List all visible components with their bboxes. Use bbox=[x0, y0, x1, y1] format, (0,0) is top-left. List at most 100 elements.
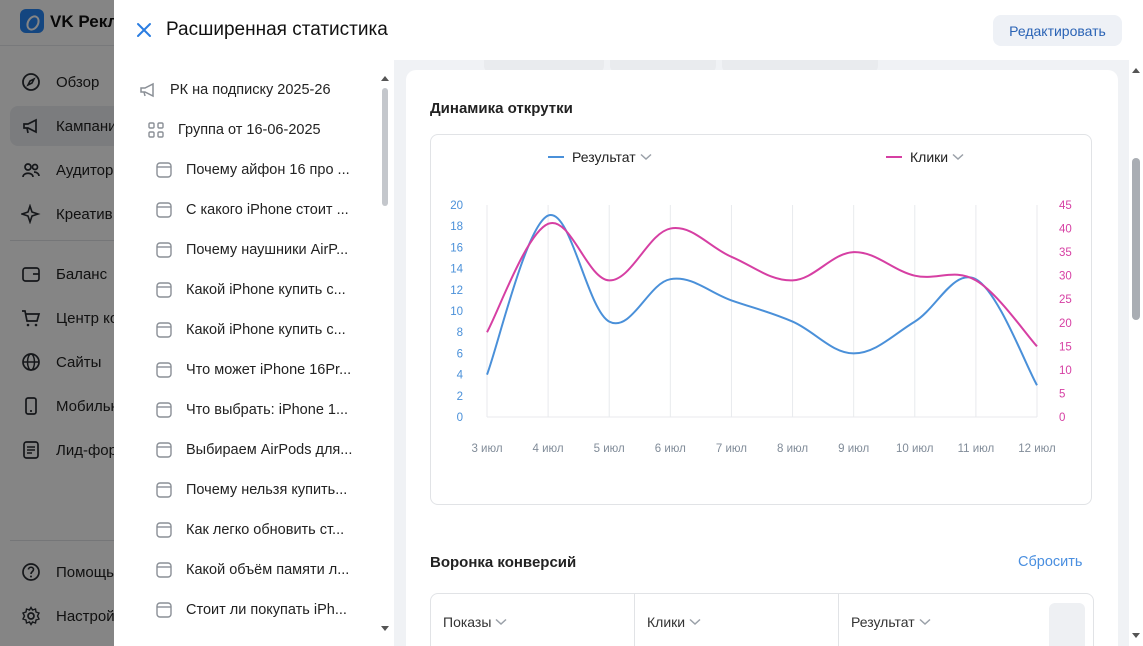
y-left-tick-label: 2 bbox=[457, 391, 463, 403]
tree-item-label: Почему нельзя купить... bbox=[186, 482, 348, 498]
y-right-tick-label: 45 bbox=[1059, 200, 1072, 212]
y-right-tick-label: 0 bbox=[1059, 412, 1065, 424]
tree-item-ad[interactable]: Почему айфон 16 про ... bbox=[154, 150, 374, 190]
chevron-down-icon bbox=[919, 618, 931, 626]
tree-item-label: Стоит ли покупать iPh... bbox=[186, 602, 347, 618]
scroll-down-arrow-icon[interactable] bbox=[1131, 632, 1141, 640]
megaphone-icon bbox=[138, 80, 158, 100]
y-left-tick-label: 4 bbox=[457, 370, 464, 382]
line-chart-svg: 0 2 4 6 8 10 12 14 16 18 20 0 5 10 15 20 25 30 35 40 45 3 июл… bbox=[450, 200, 1072, 455]
x-tick-label: 6 июл bbox=[655, 443, 686, 455]
close-button[interactable] bbox=[134, 20, 154, 40]
funnel-column-clicks[interactable]: Клики bbox=[635, 594, 838, 646]
ad-card-icon bbox=[154, 200, 174, 220]
y-right-tick-label: 5 bbox=[1059, 388, 1065, 400]
chevron-down-icon bbox=[495, 618, 507, 626]
tree-item-ad[interactable]: С какого iPhone стоит ... bbox=[154, 190, 374, 230]
modal-header: Расширенная статистика Редактировать bbox=[114, 0, 1143, 60]
funnel-column-impressions[interactable]: Показы bbox=[431, 594, 634, 646]
tree-item-ad[interactable]: Как легко обновить ст... bbox=[154, 510, 374, 550]
series-line-clicks bbox=[486, 222, 1038, 348]
tree-item-ad[interactable]: Почему нельзя купить... bbox=[154, 470, 374, 510]
stats-content: Динамика открутки Результат Клики 0 2 4 6 8 1… bbox=[402, 60, 1143, 646]
extended-stats-modal: Расширенная статистика Редактировать РК … bbox=[114, 0, 1143, 646]
tree-item-label: Как легко обновить ст... bbox=[186, 522, 345, 538]
scroll-up-arrow-icon[interactable] bbox=[380, 74, 390, 82]
ad-card-icon bbox=[154, 160, 174, 180]
y-right-tick-label: 35 bbox=[1059, 247, 1072, 259]
modal-title: Расширенная статистика bbox=[166, 19, 388, 40]
tree-item-label: РК на подписку 2025-26 bbox=[170, 82, 331, 98]
ad-card-icon bbox=[154, 240, 174, 260]
dynamics-title: Динамика открутки bbox=[430, 100, 573, 117]
y-right-tick-label: 20 bbox=[1059, 318, 1072, 330]
x-tick-label: 8 июл bbox=[777, 443, 808, 455]
tree-item-ad[interactable]: Почему наушники AirP... bbox=[154, 230, 374, 270]
tree-item-label: Какой iPhone купить с... bbox=[186, 282, 346, 298]
scrollbar-thumb[interactable] bbox=[1132, 158, 1140, 320]
tree-item-ad[interactable]: Стоит ли покупать iPh... bbox=[154, 590, 374, 630]
close-icon bbox=[137, 23, 151, 37]
ad-card-icon bbox=[154, 400, 174, 420]
tree-item-group[interactable]: Группа от 16-06-2025 bbox=[146, 110, 374, 150]
campaign-tree: РК на подписку 2025-26 Группа от 16-06-2… bbox=[114, 60, 394, 646]
tree-item-label: Почему наушники AirP... bbox=[186, 242, 349, 258]
y-right-tick-label: 15 bbox=[1059, 341, 1072, 353]
content-scrollbar[interactable] bbox=[1129, 60, 1143, 646]
x-tick-label: 7 июл bbox=[716, 443, 747, 455]
ad-card-icon bbox=[154, 520, 174, 540]
tree-scrollbar-thumb[interactable] bbox=[382, 88, 388, 206]
series-line-result bbox=[486, 214, 1038, 386]
tree-item-ad[interactable]: Какой объём памяти л... bbox=[154, 550, 374, 590]
edit-button[interactable]: Редактировать bbox=[993, 15, 1122, 46]
tree-item-campaign[interactable]: РК на подписку 2025-26 bbox=[138, 70, 374, 110]
funnel-title: Воронка конверсий bbox=[430, 554, 577, 571]
y-left-tick-label: 18 bbox=[450, 221, 463, 233]
ad-card-icon bbox=[154, 320, 174, 340]
tree-item-label: Что может iPhone 16Pr... bbox=[186, 362, 352, 378]
x-tick-label: 9 июл bbox=[838, 443, 869, 455]
ad-card-icon bbox=[154, 560, 174, 580]
dynamics-chart: Результат Клики 0 2 4 6 8 10 12 14 16 18 20 0 5 10 15 2… bbox=[430, 134, 1092, 505]
ad-card-icon bbox=[154, 280, 174, 300]
y-right-tick-label: 25 bbox=[1059, 294, 1072, 306]
funnel-add-button[interactable] bbox=[1049, 603, 1085, 646]
tree-item-ad[interactable]: Что может iPhone 16Pr... bbox=[154, 350, 374, 390]
ad-card-icon bbox=[154, 440, 174, 460]
y-right-tick-label: 10 bbox=[1059, 365, 1072, 377]
x-tick-label: 12 июл bbox=[1018, 443, 1056, 455]
scroll-up-arrow-icon[interactable] bbox=[1131, 66, 1141, 74]
y-left-tick-label: 14 bbox=[450, 264, 463, 276]
x-tick-label: 11 июл bbox=[958, 443, 995, 455]
y-right-tick-label: 40 bbox=[1059, 224, 1072, 236]
y-left-tick-label: 20 bbox=[450, 200, 463, 212]
panel-divider bbox=[394, 60, 402, 646]
x-tick-label: 10 июл bbox=[896, 443, 934, 455]
y-left-tick-label: 10 bbox=[450, 306, 463, 318]
tree-item-label: Группа от 16-06-2025 bbox=[178, 122, 321, 138]
tree-item-label: Какой объём памяти л... bbox=[186, 562, 350, 578]
reset-link[interactable]: Сбросить bbox=[1018, 554, 1082, 570]
funnel-column-result[interactable]: Результат bbox=[839, 594, 1042, 646]
tree-item-ad[interactable]: Что выбрать: iPhone 1... bbox=[154, 390, 374, 430]
column-label: Показы bbox=[443, 614, 492, 630]
tree-item-ad[interactable]: Какой iPhone купить с... bbox=[154, 270, 374, 310]
x-tick-label: 5 июл bbox=[594, 443, 625, 455]
column-label: Клики bbox=[647, 614, 686, 630]
grid-icon bbox=[146, 120, 166, 140]
y-left-tick-label: 8 bbox=[457, 327, 463, 339]
scroll-down-arrow-icon[interactable] bbox=[380, 625, 390, 633]
chevron-down-icon bbox=[689, 618, 701, 626]
column-label: Результат bbox=[851, 614, 915, 630]
tree-item-ad[interactable]: Какой iPhone купить с... bbox=[154, 310, 374, 350]
ad-card-icon bbox=[154, 360, 174, 380]
tree-item-label: С какого iPhone стоит ... bbox=[186, 202, 349, 218]
y-left-tick-label: 16 bbox=[450, 242, 463, 254]
tree-item-ad[interactable]: Выбираем AirPods для... bbox=[154, 430, 374, 470]
x-tick-label: 4 июл bbox=[533, 443, 564, 455]
funnel-table: Показы Клики Результат bbox=[430, 593, 1094, 646]
y-left-tick-label: 6 bbox=[457, 348, 463, 360]
y-right-tick-label: 30 bbox=[1059, 271, 1072, 283]
stats-card: Динамика открутки Результат Клики 0 2 4 6 8 1… bbox=[406, 70, 1118, 646]
x-tick-label: 3 июл bbox=[471, 443, 502, 455]
